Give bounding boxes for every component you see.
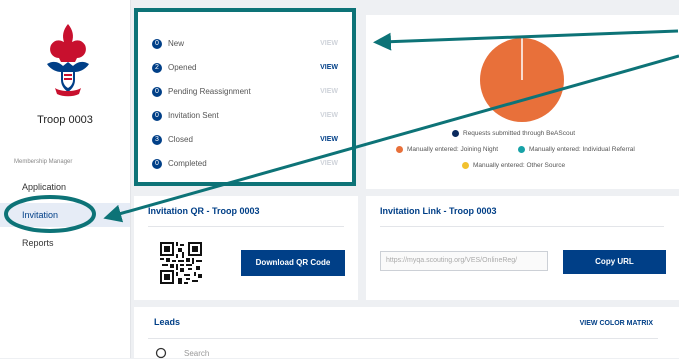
arrow-to-status [373, 29, 679, 51]
annotation-arrows [103, 29, 679, 223]
arrow-to-invitation [103, 54, 679, 223]
